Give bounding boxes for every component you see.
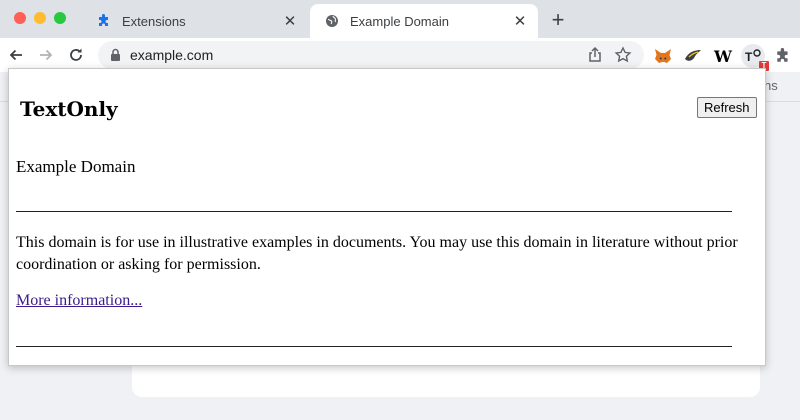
address-bar[interactable]: example.com xyxy=(98,41,644,69)
textonly-icon[interactable]: T T xyxy=(741,44,769,71)
tab-title: Extensions xyxy=(122,13,186,29)
bookmark-star-icon[interactable] xyxy=(614,46,632,69)
share-icon[interactable] xyxy=(586,46,604,69)
svg-text:T: T xyxy=(745,50,753,64)
popup-brand: TextOnly xyxy=(20,97,118,121)
browser-toolbar: example.com W T T xyxy=(0,38,800,72)
lock-icon[interactable] xyxy=(110,48,121,67)
bird-icon[interactable] xyxy=(681,44,705,68)
new-tab-button[interactable]: + xyxy=(548,9,568,31)
back-arrow-icon[interactable] xyxy=(6,45,26,65)
close-tab-icon[interactable]: ✕ xyxy=(512,13,528,30)
extensions-puzzle-icon[interactable] xyxy=(771,44,795,68)
window-maximize-button[interactable] xyxy=(54,12,66,24)
horizontal-rule xyxy=(16,346,732,347)
wikipedia-w-icon[interactable]: W xyxy=(711,44,735,68)
bookmark-bar-fragment: ns xyxy=(764,78,778,93)
tab-strip: Extensions ✕ Example Domain ✕ + xyxy=(0,0,800,38)
tab-example-domain[interactable]: Example Domain ✕ xyxy=(310,4,538,38)
forward-arrow-icon[interactable] xyxy=(36,45,56,65)
tab-title: Example Domain xyxy=(350,13,449,29)
close-tab-icon[interactable]: ✕ xyxy=(282,13,298,30)
reload-icon[interactable] xyxy=(66,45,86,65)
page-paragraph: This domain is for use in illustrative e… xyxy=(16,234,738,273)
page-heading: Example Domain xyxy=(16,157,136,176)
textonly-popup: TextOnly Refresh Example Domain This dom… xyxy=(8,68,766,366)
window-minimize-button[interactable] xyxy=(34,12,46,24)
tab-extensions[interactable]: Extensions ✕ xyxy=(82,4,308,38)
refresh-button[interactable]: Refresh xyxy=(697,97,757,118)
puzzle-icon xyxy=(96,13,112,29)
url-text: example.com xyxy=(130,47,214,63)
more-information-link[interactable]: More information... xyxy=(16,292,142,310)
globe-icon xyxy=(324,13,340,29)
window-close-button[interactable] xyxy=(14,12,26,24)
metamask-fox-icon[interactable] xyxy=(651,44,675,68)
horizontal-rule xyxy=(16,211,732,212)
